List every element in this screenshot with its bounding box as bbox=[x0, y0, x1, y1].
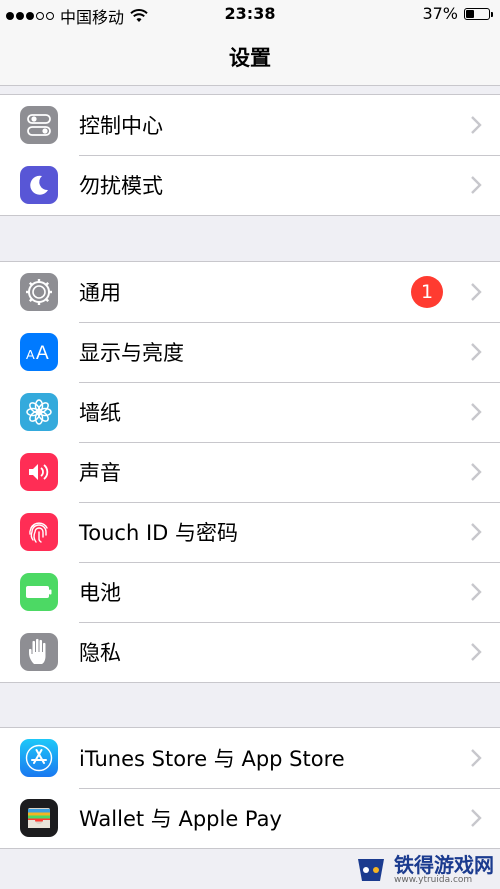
page-title: 设置 bbox=[229, 45, 271, 70]
settings-group-2: 通用 1 A A 显示与亮度 墙纸 声音 Touch ID 与密码 电池 隐私 bbox=[0, 261, 500, 683]
chevron-right-icon bbox=[471, 283, 482, 301]
chevron-right-icon bbox=[471, 643, 482, 661]
chevron-right-icon bbox=[471, 176, 482, 194]
chevron-right-icon bbox=[471, 583, 482, 601]
status-right: 37% bbox=[422, 4, 493, 23]
fingerprint-icon bbox=[20, 513, 58, 551]
settings-row-battery[interactable]: 电池 bbox=[0, 562, 500, 622]
watermark: 铁得游戏网 www.ytruida.com bbox=[354, 855, 494, 885]
settings-row-do-not-disturb[interactable]: 勿扰模式 bbox=[0, 155, 500, 215]
battery-icon bbox=[464, 7, 493, 20]
chevron-right-icon bbox=[471, 463, 482, 481]
row-label: 通用 bbox=[79, 281, 121, 305]
row-label: 电池 bbox=[79, 581, 121, 605]
battery-icon bbox=[20, 573, 58, 611]
settings-row-general[interactable]: 通用 1 bbox=[0, 262, 500, 322]
chevron-right-icon bbox=[471, 116, 482, 134]
status-bar: 中国移动 23:38 37% bbox=[0, 0, 500, 28]
settings-row-control-center[interactable]: 控制中心 bbox=[0, 95, 500, 155]
battery-percent: 37% bbox=[422, 4, 458, 23]
row-label: Touch ID 与密码 bbox=[79, 521, 238, 545]
row-label: 声音 bbox=[79, 461, 121, 485]
settings-group-1: 控制中心 勿扰模式 bbox=[0, 94, 500, 216]
chevron-right-icon bbox=[471, 403, 482, 421]
gear-icon bbox=[20, 273, 58, 311]
row-label: 墙纸 bbox=[79, 401, 121, 425]
chevron-right-icon bbox=[471, 809, 482, 827]
flower-icon bbox=[20, 393, 58, 431]
settings-row-privacy[interactable]: 隐私 bbox=[0, 622, 500, 682]
settings-row-itunes-app-store[interactable]: iTunes Store 与 App Store bbox=[0, 728, 500, 788]
moon-icon bbox=[20, 166, 58, 204]
hand-icon bbox=[20, 633, 58, 671]
control-center-icon bbox=[20, 106, 58, 144]
settings-row-wallet-apple-pay[interactable]: Wallet 与 Apple Pay bbox=[0, 788, 500, 848]
notification-badge: 1 bbox=[411, 276, 443, 308]
settings-row-touch-id-passcode[interactable]: Touch ID 与密码 bbox=[0, 502, 500, 562]
chevron-right-icon bbox=[471, 343, 482, 361]
svg-text:A: A bbox=[26, 347, 35, 362]
settings-row-sounds[interactable]: 声音 bbox=[0, 442, 500, 502]
chevron-right-icon bbox=[471, 523, 482, 541]
row-label: Wallet 与 Apple Pay bbox=[79, 807, 282, 831]
battery-fill bbox=[466, 9, 474, 18]
settings-group-3: iTunes Store 与 App Store Wallet 与 Apple … bbox=[0, 727, 500, 849]
watermark-text: 铁得游戏网 bbox=[394, 853, 494, 877]
settings-row-display-brightness[interactable]: A A 显示与亮度 bbox=[0, 322, 500, 382]
row-label: 显示与亮度 bbox=[79, 341, 184, 365]
gamepad-logo-icon bbox=[358, 859, 384, 881]
svg-text:A: A bbox=[36, 343, 49, 364]
row-label: 勿扰模式 bbox=[79, 174, 163, 198]
speaker-icon bbox=[20, 453, 58, 491]
watermark-text-block: 铁得游戏网 www.ytruida.com bbox=[394, 855, 494, 885]
row-label: 隐私 bbox=[79, 641, 121, 665]
chevron-right-icon bbox=[471, 749, 482, 767]
row-label: iTunes Store 与 App Store bbox=[79, 747, 345, 771]
app-store-icon bbox=[20, 739, 58, 777]
text-size-icon: A A bbox=[20, 333, 58, 371]
row-label: 控制中心 bbox=[79, 114, 163, 138]
wallet-icon bbox=[20, 799, 58, 837]
settings-row-wallpaper[interactable]: 墙纸 bbox=[0, 382, 500, 442]
navigation-bar: 设置 bbox=[0, 28, 500, 86]
